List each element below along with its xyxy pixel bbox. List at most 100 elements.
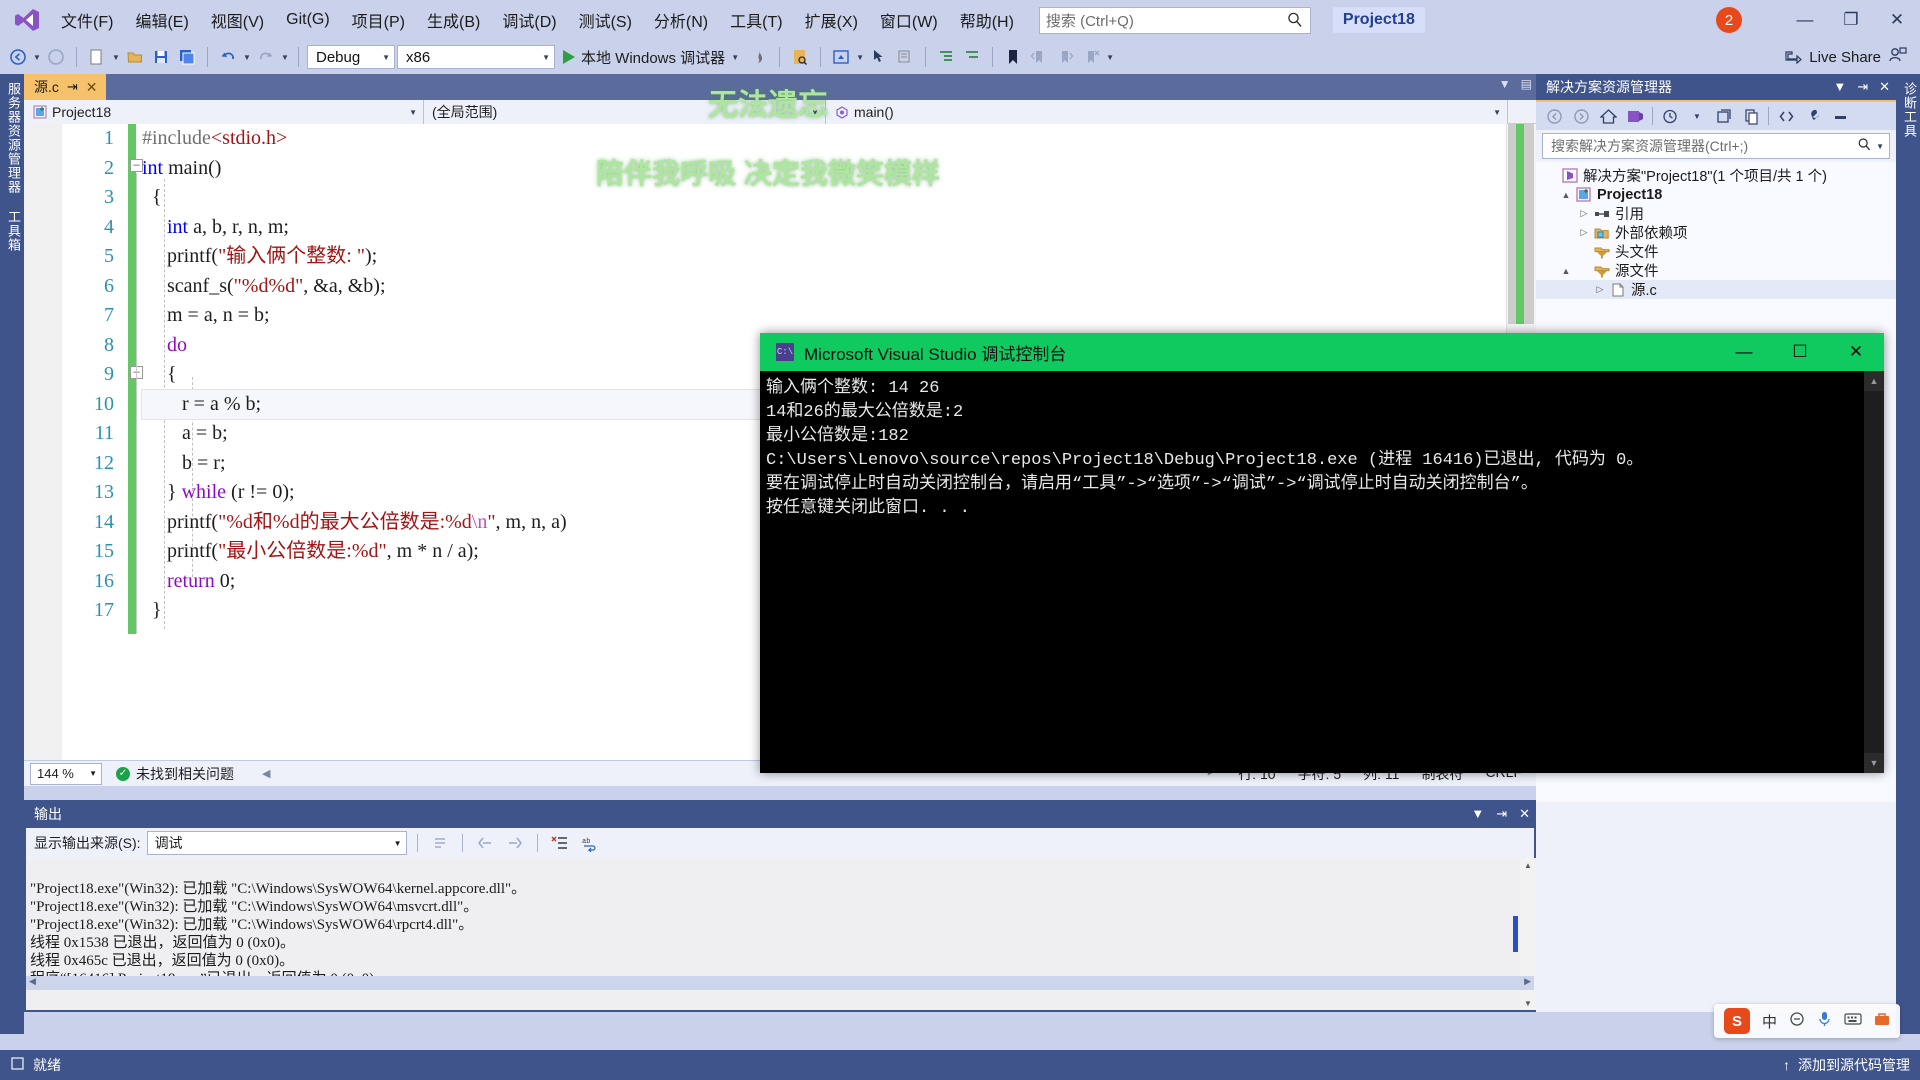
console-maximize-button[interactable]: ☐ [1772, 333, 1828, 371]
active-project-chip[interactable]: Project18 [1332, 7, 1425, 33]
next-bookmark-icon[interactable] [1053, 45, 1077, 69]
editor-zoom-combo[interactable]: 144 % ▼ [30, 762, 102, 785]
undo-icon[interactable] [216, 45, 240, 69]
chevron-down-icon[interactable]: ▼ [1687, 106, 1707, 126]
minimize-button[interactable]: — [1782, 3, 1828, 37]
hot-reload-icon[interactable] [747, 45, 771, 69]
redo-dropdown-icon[interactable]: ▼ [280, 45, 290, 69]
keyboard-icon[interactable] [1844, 1012, 1862, 1030]
tree-expander[interactable]: ▲ [1558, 190, 1574, 200]
back-nav-icon[interactable] [6, 45, 30, 69]
tree-node-references[interactable]: ▷ 引用 [1536, 204, 1896, 223]
up-arrow-icon[interactable]: ↑ [1783, 1057, 1790, 1073]
tree-expander[interactable]: ▷ [1592, 284, 1608, 295]
menu-view[interactable]: 视图(V) [200, 4, 275, 36]
close-icon[interactable]: ✕ [1879, 79, 1890, 95]
live-share-label[interactable]: Live Share [1809, 49, 1881, 66]
refresh-icon[interactable] [1741, 106, 1761, 126]
restore-button[interactable]: ❐ [1828, 3, 1874, 37]
clear-all-icon[interactable] [548, 831, 572, 855]
tree-node-project[interactable]: ▲ Project18 [1536, 185, 1896, 204]
chevron-down-icon[interactable]: ▼ [1833, 79, 1846, 95]
forward-icon[interactable] [1571, 106, 1591, 126]
pin-icon[interactable]: ⇥ [67, 79, 78, 95]
sidebar-item-diagnostic-tools[interactable]: 诊断工具 [1896, 74, 1920, 146]
tab-list-dropdown-icon[interactable]: ▼ [1499, 77, 1511, 91]
navigate-icon[interactable] [867, 45, 891, 69]
scroll-left-icon[interactable]: ◀ [262, 767, 270, 780]
clear-bookmark-icon[interactable] [1079, 45, 1103, 69]
scroll-down-icon[interactable]: ▼ [1520, 996, 1536, 1010]
sidebar-item-server-explorer[interactable]: 服务器资源管理器 [0, 74, 27, 202]
hide-icon[interactable] [1830, 106, 1850, 126]
back-nav-dropdown-icon[interactable]: ▼ [32, 45, 42, 69]
pin-icon[interactable]: ⇥ [1496, 806, 1507, 822]
solution-platform-combo[interactable]: x86 ▼ [397, 45, 555, 69]
home-icon[interactable] [1598, 106, 1618, 126]
menu-analyze[interactable]: 分析(N) [643, 4, 719, 36]
find-message-icon[interactable] [428, 831, 452, 855]
scroll-left-icon[interactable]: ◀ [26, 976, 36, 987]
prev-bookmark-icon[interactable] [1027, 45, 1051, 69]
solution-home-dropdown-icon[interactable]: ▼ [855, 45, 865, 69]
tree-node-external-dependencies[interactable]: ▷ 外部依赖项 [1536, 223, 1896, 242]
console-vertical-scrollbar[interactable]: ▲ ▼ [1864, 371, 1884, 773]
debug-console-window[interactable]: C:\ Microsoft Visual Studio 调试控制台 — ☐ ✕ … [760, 333, 1884, 773]
menu-project[interactable]: 项目(P) [341, 4, 416, 36]
scroll-right-icon[interactable]: ▶ [1524, 976, 1534, 987]
sogou-ime-logo-icon[interactable]: S [1723, 1008, 1750, 1034]
pin-icon[interactable]: ⇥ [1857, 79, 1868, 95]
close-icon[interactable]: ✕ [1519, 806, 1530, 822]
find-in-files-icon[interactable] [788, 45, 812, 69]
menu-help[interactable]: 帮助(H) [949, 4, 1025, 36]
save-icon[interactable] [149, 45, 173, 69]
scroll-down-icon[interactable]: ▼ [1864, 753, 1884, 773]
save-all-icon[interactable] [175, 45, 199, 69]
indent-icon[interactable] [934, 45, 958, 69]
sidebar-item-toolbox[interactable]: 工具箱 [0, 202, 27, 260]
tree-node-source-files[interactable]: ▲ 源文件 [1536, 261, 1896, 280]
toolbox-icon[interactable] [1874, 1011, 1890, 1031]
close-icon[interactable]: ✕ [86, 79, 98, 96]
nav-member-combo[interactable]: main() ▼ [826, 100, 1508, 124]
search-input[interactable]: 搜索 (Ctrl+Q) [1038, 6, 1311, 34]
tree-expander[interactable]: ▲ [1558, 266, 1574, 276]
chevron-down-icon[interactable]: ▼ [1471, 806, 1484, 822]
new-project-icon[interactable] [85, 45, 109, 69]
menu-edit[interactable]: 编辑(E) [124, 4, 199, 36]
solution-home-icon[interactable] [829, 45, 853, 69]
menu-debug[interactable]: 调试(D) [491, 4, 567, 36]
solution-configuration-combo[interactable]: Debug ▼ [307, 45, 395, 69]
back-icon[interactable] [1544, 106, 1564, 126]
editor-indicator-margin[interactable] [24, 124, 62, 760]
solution-explorer-search-input[interactable]: 搜索解决方案资源管理器(Ctrl+;) ▼ [1542, 133, 1890, 159]
pending-changes-filter-icon[interactable] [1660, 106, 1680, 126]
document-tab-source-c[interactable]: 源.c ⇥ ✕ [24, 74, 106, 100]
close-button[interactable]: ✕ [1874, 3, 1920, 37]
menu-git[interactable]: Git(G) [275, 7, 341, 33]
menu-tools[interactable]: 工具(T) [719, 4, 793, 36]
console-output-area[interactable]: 输入俩个整数: 14 26 14和26的最大公倍数是:2 最小公倍数是:182 … [760, 371, 1884, 773]
show-all-files-icon[interactable] [1776, 106, 1796, 126]
sync-with-active-document-icon[interactable] [1625, 106, 1645, 126]
tab-wells-icon[interactable]: ▤ [1521, 77, 1532, 91]
tree-node-header-files[interactable]: 头文件 [1536, 242, 1896, 261]
console-minimize-button[interactable]: — [1716, 333, 1772, 371]
nav-project-combo[interactable]: Project18 ▼ [24, 100, 424, 124]
output-source-combo[interactable]: 调试 ▼ [146, 831, 407, 855]
new-project-dropdown-icon[interactable]: ▼ [111, 45, 121, 69]
undo-dropdown-icon[interactable]: ▼ [242, 45, 252, 69]
outdent-icon[interactable] [960, 45, 984, 69]
menu-extensions[interactable]: 扩展(X) [794, 4, 869, 36]
tree-expander[interactable]: ▷ [1576, 208, 1592, 219]
bookmark-icon[interactable] [1001, 45, 1025, 69]
menu-file[interactable]: 文件(F) [50, 4, 124, 36]
console-close-button[interactable]: ✕ [1828, 333, 1884, 371]
redo-icon[interactable] [254, 45, 278, 69]
output-horizontal-scrollbar[interactable]: ◀ ▶ [26, 976, 1534, 990]
properties-icon[interactable] [1803, 106, 1823, 126]
comment-icon[interactable] [893, 45, 917, 69]
forward-nav-icon[interactable] [44, 45, 68, 69]
go-to-next-icon[interactable] [503, 831, 527, 855]
start-debugging-button[interactable]: 本地 Windows 调试器 ▼ [557, 44, 745, 70]
